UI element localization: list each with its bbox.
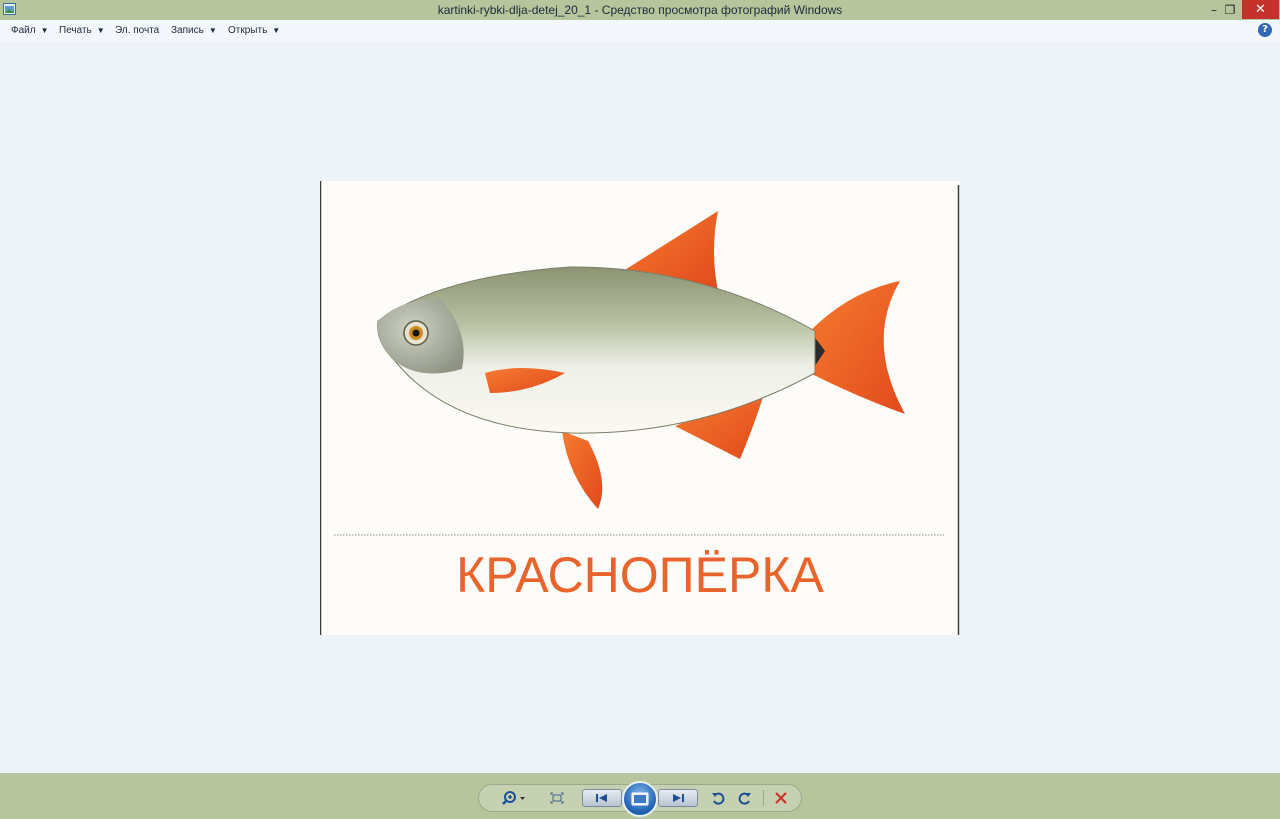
title-bar: kartinki-rybki-dlja-detej_20_1 - Средств…: [0, 0, 1280, 20]
zoom-icon: [502, 791, 525, 805]
delete-button[interactable]: [771, 787, 791, 809]
menu-email[interactable]: Эл. почта: [115, 20, 159, 41]
rotate-left-icon: [712, 792, 725, 805]
window-title: kartinki-rybki-dlja-detej_20_1 - Средств…: [437, 3, 843, 17]
close-button[interactable]: ✕: [1242, 0, 1279, 19]
menu-burn-label: Запись: [171, 25, 204, 36]
rotate-left-button[interactable]: [708, 787, 728, 809]
fish-pupil: [412, 329, 420, 337]
pelvic-fin: [562, 431, 603, 509]
chevron-down-icon: ▼: [208, 26, 217, 35]
menu-open-label: Открыть: [228, 25, 268, 36]
menu-open[interactable]: Открыть ▼: [228, 20, 280, 41]
menu-bar: Файл ▼ Печать ▼ Эл. почта Запись ▼ Открыть ▼: [0, 20, 1280, 42]
menu-file[interactable]: Файл ▼: [11, 20, 49, 41]
help-icon[interactable]: ?: [1258, 23, 1272, 37]
next-button[interactable]: [658, 789, 698, 807]
menu-print[interactable]: Печать ▼: [59, 20, 105, 41]
fit-to-window-button[interactable]: [546, 787, 568, 809]
menu-email-label: Эл. почта: [115, 25, 160, 36]
displayed-photo: КРАСНОПЁРКА: [320, 181, 960, 635]
toolbar-separator: [763, 790, 764, 806]
chevron-down-icon: ▼: [272, 26, 281, 35]
next-icon: [673, 794, 684, 802]
restore-button[interactable]: ❐: [1219, 0, 1241, 20]
delete-icon: [775, 792, 787, 804]
slideshow-icon: [631, 792, 649, 806]
tail-fin: [810, 281, 905, 414]
slideshow-button[interactable]: [622, 781, 658, 817]
menu-file-label: Файл: [11, 25, 36, 36]
fit-to-window-icon: [550, 792, 564, 804]
menu-print-label: Печать: [59, 25, 92, 36]
menu-burn[interactable]: Запись ▼: [171, 20, 217, 41]
rotate-right-button[interactable]: [735, 787, 755, 809]
fish-caption: КРАСНОПЁРКА: [456, 547, 824, 603]
previous-icon: [596, 794, 607, 802]
zoom-button[interactable]: [500, 787, 530, 809]
rotate-right-icon: [738, 792, 751, 805]
chevron-down-icon: ▼: [96, 26, 105, 35]
previous-button[interactable]: [582, 789, 622, 807]
chevron-down-icon: ▼: [40, 26, 49, 35]
